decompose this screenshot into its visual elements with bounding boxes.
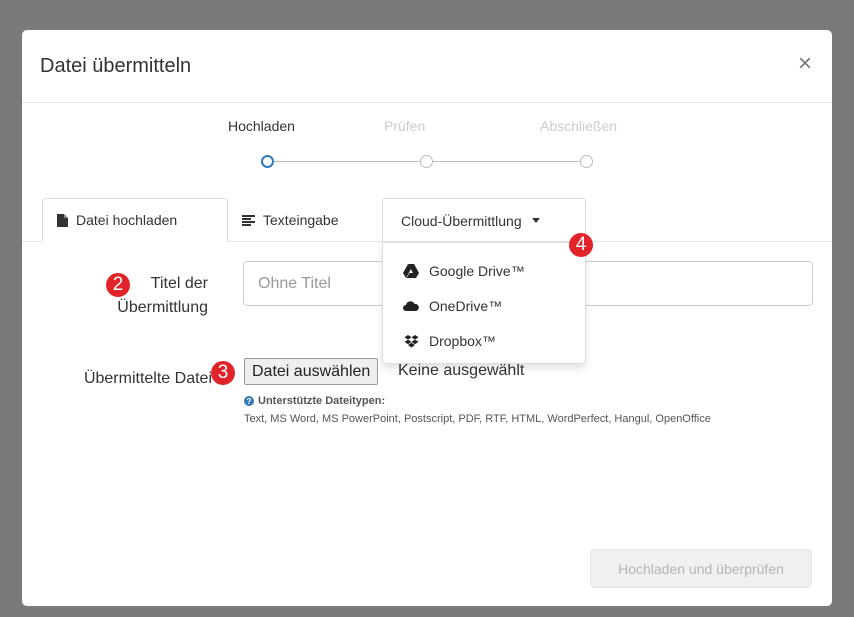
upload-and-review-button[interactable]: Hochladen und überprüfen xyxy=(590,549,812,588)
tab-label: Datei hochladen xyxy=(76,212,178,228)
tab-label: Texteingabe xyxy=(263,212,339,228)
file-icon xyxy=(57,213,68,227)
submit-file-modal: Datei übermitteln × Hochladen Prüfen Abs… xyxy=(22,30,832,606)
onedrive-icon xyxy=(403,301,419,311)
caret-down-icon xyxy=(531,218,540,223)
question-circle-icon: ? xyxy=(244,396,254,406)
modal-header: Datei übermitteln × xyxy=(22,30,832,103)
step-badge: 2 xyxy=(106,273,130,297)
tab-label: Cloud-Übermittlung xyxy=(401,212,522,229)
file-label: Übermittelte Datei xyxy=(83,370,212,387)
progress-stepper: Hochladen Prüfen Abschließen xyxy=(22,103,832,203)
step-label-complete: Abschließen xyxy=(540,118,618,134)
step-label-upload: Hochladen xyxy=(228,118,295,134)
tab-file-upload[interactable]: Datei hochladen xyxy=(42,198,228,242)
step-connector xyxy=(274,161,420,162)
tab-text-input[interactable]: Texteingabe xyxy=(228,198,382,242)
supported-types-list: Text, MS Word, MS PowerPoint, Postscript… xyxy=(244,413,711,425)
menu-item-onedrive[interactable]: OneDrive™ xyxy=(403,295,502,317)
choose-file-button[interactable]: Datei auswählen xyxy=(244,358,379,385)
close-button[interactable]: × xyxy=(798,52,812,76)
dropbox-icon xyxy=(403,334,419,348)
step-badge: 3 xyxy=(211,361,235,385)
step-dot-review xyxy=(420,155,433,168)
modal-title: Datei übermitteln xyxy=(40,55,192,77)
menu-item-dropbox[interactable]: Dropbox™ xyxy=(403,330,496,352)
no-file-selected-text: Keine ausgewählt xyxy=(398,362,525,379)
align-left-icon xyxy=(242,214,255,226)
step-label-review: Prüfen xyxy=(384,118,426,134)
step-dot-complete xyxy=(580,155,593,168)
google-drive-icon xyxy=(403,264,419,278)
step-connector xyxy=(433,161,580,162)
step-dot-upload xyxy=(261,155,274,168)
menu-item-google-drive[interactable]: Google Drive™ xyxy=(403,260,525,282)
cloud-dropdown-menu: Google Drive™ OneDrive™ Dropbox™ xyxy=(382,242,586,364)
supported-types-heading: ? Unterstützte Dateitypen: xyxy=(244,395,385,407)
tab-cloud-submission[interactable]: Cloud-Übermittlung xyxy=(382,198,586,242)
step-badge: 4 xyxy=(569,233,593,257)
